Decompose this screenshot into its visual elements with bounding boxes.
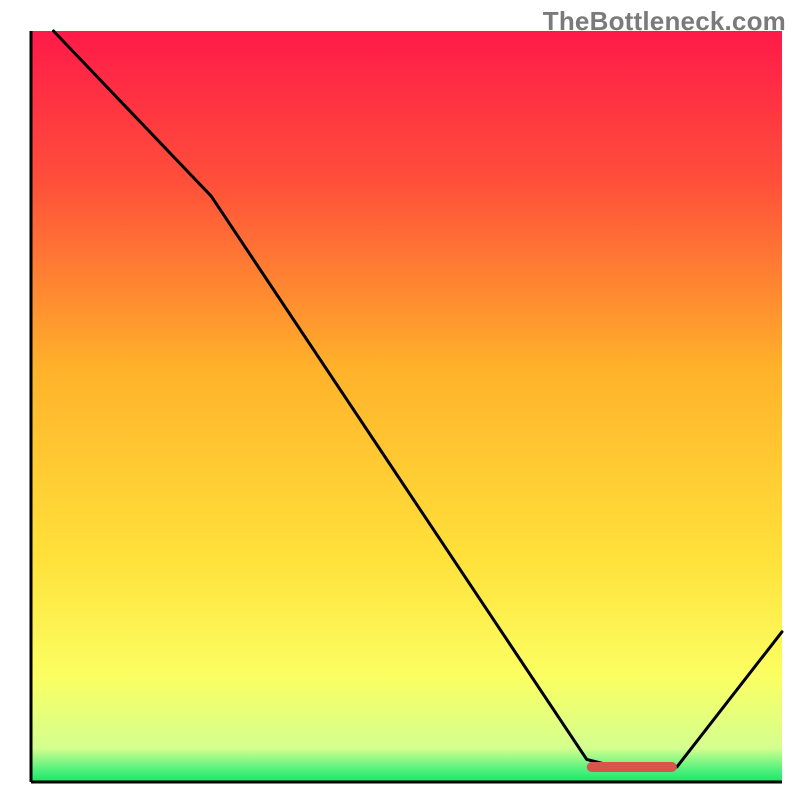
watermark-text: TheBottleneck.com (543, 6, 786, 37)
chart-svg (0, 0, 800, 800)
highlight-marker (587, 762, 677, 772)
chart-container: { "watermark": "TheBottleneck.com", "cha… (0, 0, 800, 800)
plot-background (31, 31, 782, 782)
